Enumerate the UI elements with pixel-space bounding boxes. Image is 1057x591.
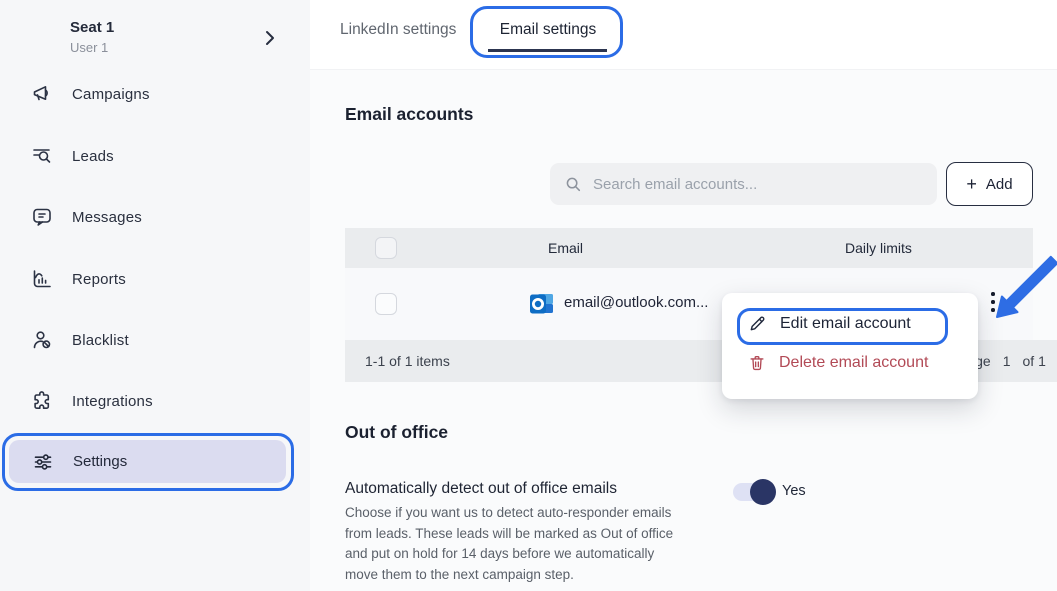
sidebar-item-settings[interactable]: Settings — [9, 440, 286, 483]
row-checkbox[interactable] — [375, 293, 397, 315]
table-header-row: Email Daily limits — [345, 228, 1033, 268]
search-input[interactable] — [593, 176, 923, 193]
blocked-person-icon — [30, 328, 54, 352]
menu-item-label: Delete email account — [779, 354, 928, 372]
items-count: 1-1 of 1 items — [365, 353, 450, 369]
menu-item-label: Edit email account — [780, 315, 911, 333]
sliders-icon — [31, 450, 55, 474]
puzzle-icon — [30, 389, 54, 413]
active-tab-underline — [488, 49, 607, 52]
sidebar-item-label: Integrations — [72, 393, 153, 410]
auto-detect-setting-label: Automatically detect out of office email… — [345, 480, 617, 498]
megaphone-icon — [30, 82, 54, 106]
column-header-daily-limits: Daily limits — [845, 240, 912, 256]
chevron-right-icon — [260, 28, 280, 48]
sidebar-item-leads[interactable]: Leads — [10, 135, 292, 177]
seat-subtitle: User 1 — [70, 40, 108, 55]
select-all-checkbox[interactable] — [375, 237, 397, 259]
sidebar-item-label: Reports — [72, 271, 126, 288]
add-email-account-button[interactable]: + Add — [946, 162, 1033, 206]
sidebar-item-messages[interactable]: Messages — [10, 196, 292, 238]
seat-title: Seat 1 — [70, 19, 114, 36]
search-box — [550, 163, 937, 205]
toggle-knob — [750, 479, 776, 505]
sidebar-item-integrations[interactable]: Integrations — [10, 380, 292, 422]
chat-bubble-icon — [30, 205, 54, 229]
page-of-label: of 1 — [1023, 353, 1046, 369]
sidebar-item-campaigns[interactable]: Campaigns — [10, 73, 292, 115]
sidebar: Seat 1 User 1 Campaigns Leads Messages — [0, 0, 310, 591]
email-address: email@outlook.com... — [564, 294, 708, 311]
out-of-office-title: Out of office — [345, 422, 448, 443]
tab-linkedin-settings[interactable]: LinkedIn settings — [340, 21, 456, 39]
toggle-state-label: Yes — [782, 483, 806, 499]
auto-detect-toggle[interactable] — [733, 478, 779, 506]
app-window: Seat 1 User 1 Campaigns Leads Messages — [0, 0, 1057, 591]
sidebar-item-label: Campaigns — [72, 86, 150, 103]
add-button-label: Add — [986, 176, 1013, 193]
chart-icon — [30, 267, 54, 291]
lead-search-icon — [30, 144, 54, 168]
outlook-icon — [529, 291, 555, 317]
row-actions-menu: Edit email account Delete email account — [722, 293, 978, 399]
auto-detect-setting-description: Choose if you want us to detect auto-res… — [345, 503, 725, 585]
pencil-icon — [748, 314, 767, 333]
search-icon — [564, 175, 582, 193]
tab-email-settings[interactable]: Email settings — [478, 21, 618, 39]
sidebar-item-label: Messages — [72, 209, 142, 226]
sidebar-item-reports[interactable]: Reports — [10, 258, 292, 300]
row-actions-kebab-icon[interactable] — [987, 290, 999, 314]
email-accounts-title: Email accounts — [345, 104, 473, 125]
annotation-highlight-settings: Settings — [2, 433, 294, 491]
page-number: 1 — [1003, 353, 1011, 369]
sidebar-item-blacklist[interactable]: Blacklist — [10, 319, 292, 361]
column-header-email: Email — [548, 240, 583, 256]
sidebar-item-label: Leads — [72, 148, 114, 165]
plus-icon: + — [966, 175, 977, 193]
menu-item-edit-email-account[interactable]: Edit email account — [748, 314, 911, 333]
menu-item-delete-email-account[interactable]: Delete email account — [748, 354, 928, 372]
seat-selector[interactable]: Seat 1 User 1 — [0, 8, 310, 60]
sidebar-item-label: Blacklist — [72, 332, 129, 349]
trash-icon — [748, 354, 766, 372]
sidebar-item-label: Settings — [73, 453, 127, 470]
